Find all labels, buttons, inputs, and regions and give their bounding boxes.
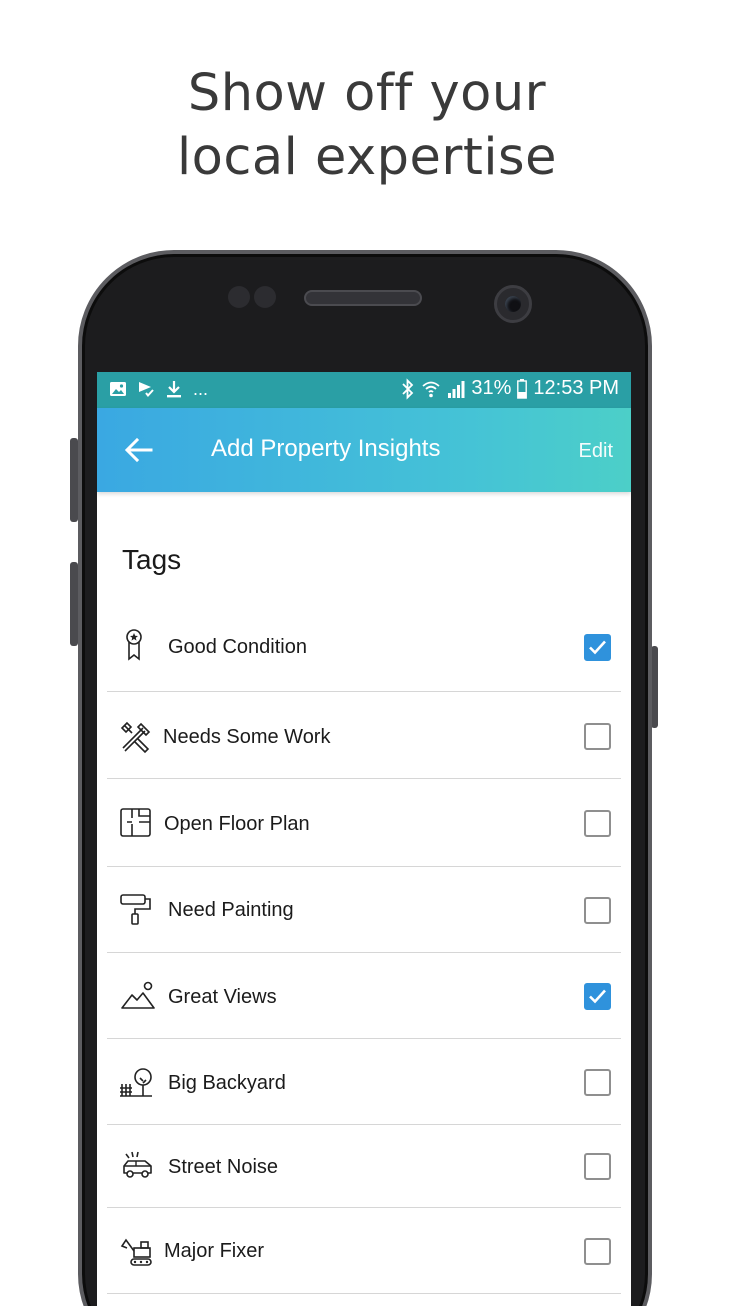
volume-up-button xyxy=(70,438,78,522)
tag-row-needs-some-work[interactable]: Needs Some Work xyxy=(107,692,621,779)
ribbon-award-icon xyxy=(126,629,142,661)
tag-row-good-condition[interactable]: Good Condition xyxy=(107,604,621,692)
front-camera-icon xyxy=(494,285,532,323)
clock: 12:53 PM xyxy=(533,377,619,399)
floor-plan-icon xyxy=(120,808,151,837)
tag-label: Great Views xyxy=(168,986,277,1008)
gallery-icon xyxy=(110,382,126,396)
tag-label: Open Floor Plan xyxy=(164,813,310,835)
tag-row-big-backyard[interactable]: Big Backyard xyxy=(107,1039,621,1125)
flag-check-icon xyxy=(139,382,154,398)
battery-icon xyxy=(517,378,528,399)
bluetooth-icon xyxy=(402,377,414,400)
excavator-icon xyxy=(120,1238,152,1266)
tag-checkbox[interactable] xyxy=(584,1238,611,1265)
check-icon xyxy=(589,640,606,655)
power-button xyxy=(651,646,658,728)
back-arrow-icon[interactable] xyxy=(123,434,155,466)
phone-screen: ... 31% 12:53 PM Add Property Insights E… xyxy=(97,372,631,1306)
headline-line-2: local expertise xyxy=(176,128,558,187)
tag-row-street-noise[interactable]: Street Noise xyxy=(107,1125,621,1208)
tag-row-need-painting[interactable]: Need Painting xyxy=(107,867,621,953)
tag-label: Needs Some Work xyxy=(163,726,331,748)
tag-checkbox-checked[interactable] xyxy=(584,983,611,1010)
tag-label: Big Backyard xyxy=(168,1072,286,1094)
section-title: Tags xyxy=(122,544,182,575)
headline-line-1: Show off your xyxy=(187,64,547,123)
signal-icon xyxy=(448,380,465,398)
status-overflow: ... xyxy=(193,379,209,399)
tag-label: Street Noise xyxy=(168,1156,279,1178)
app-bar: Add Property Insights Edit xyxy=(97,408,631,492)
backyard-tree-icon xyxy=(120,1068,152,1097)
check-icon xyxy=(589,989,606,1004)
tag-checkbox[interactable] xyxy=(584,810,611,837)
page-title: Add Property Insights xyxy=(211,435,441,462)
tag-checkbox[interactable] xyxy=(584,723,611,750)
marketing-headline: Show off your local expertise xyxy=(0,62,734,190)
tag-row-great-views[interactable]: Great Views xyxy=(107,953,621,1039)
tag-list: Good Condition Needs Some Work Open Floo… xyxy=(107,604,621,1294)
tag-row-open-floor-plan[interactable]: Open Floor Plan xyxy=(107,779,621,867)
mountain-view-icon xyxy=(121,981,155,1009)
tag-label: Need Painting xyxy=(168,899,294,921)
tag-label: Major Fixer xyxy=(164,1240,265,1262)
earpiece-speaker xyxy=(304,290,422,306)
edit-button[interactable]: Edit xyxy=(579,438,613,464)
tools-icon xyxy=(120,721,151,754)
tag-label: Good Condition xyxy=(168,636,307,658)
tag-checkbox[interactable] xyxy=(584,1069,611,1096)
status-bar: ... 31% 12:53 PM xyxy=(97,372,631,408)
paint-roller-icon xyxy=(120,894,151,925)
tag-checkbox-checked[interactable] xyxy=(584,634,611,661)
download-icon xyxy=(167,381,181,398)
tag-checkbox[interactable] xyxy=(584,897,611,924)
tag-checkbox[interactable] xyxy=(584,1153,611,1180)
volume-down-button xyxy=(70,562,78,646)
sensor-icon xyxy=(228,286,250,308)
battery-percent: 31% xyxy=(471,377,512,399)
tag-row-major-fixer[interactable]: Major Fixer xyxy=(107,1208,621,1294)
sensors xyxy=(228,286,280,308)
car-noise-icon xyxy=(123,1151,152,1178)
sensor-icon xyxy=(254,286,276,308)
wifi-icon xyxy=(422,381,440,397)
